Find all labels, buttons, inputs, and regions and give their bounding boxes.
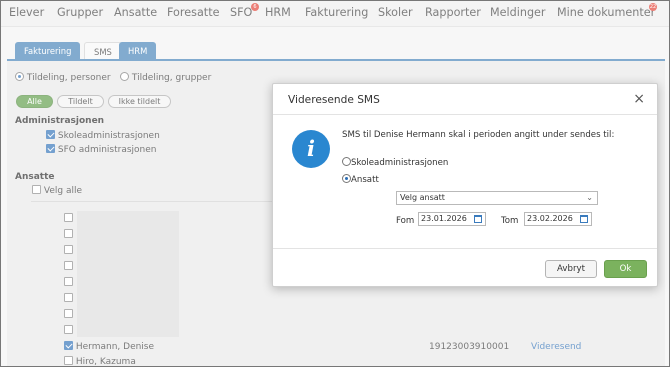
employee-select-value: Velg ansatt — [400, 193, 445, 202]
option-1-radio[interactable] — [342, 157, 351, 166]
to-date-label: Tom — [501, 216, 519, 226]
option-2-radio[interactable] — [342, 174, 351, 183]
dialog-footer-divider — [273, 248, 657, 249]
ok-button[interactable]: Ok — [604, 260, 647, 278]
to-date-input[interactable]: 23.02.2026 — [524, 212, 592, 226]
option-ansatt[interactable]: Ansatt — [342, 174, 379, 185]
chevron-down-icon: ⌄ — [586, 193, 593, 202]
cancel-button[interactable]: Avbryt — [545, 260, 597, 278]
dialog-header: Videresende SMS × — [273, 84, 657, 115]
from-date-value: 23.01.2026 — [421, 214, 467, 223]
dialog-title: Videresende SMS — [288, 94, 380, 106]
close-icon[interactable]: × — [633, 91, 645, 107]
employee-select[interactable]: Velg ansatt ⌄ — [396, 191, 598, 205]
option-1-label: Skoleadministrasjonen — [351, 158, 449, 168]
info-icon: i — [292, 130, 330, 168]
option-skoleadministrasjonen[interactable]: Skoleadministrasjonen — [342, 157, 448, 168]
calendar-icon[interactable] — [474, 215, 482, 223]
option-2-label: Ansatt — [351, 175, 379, 185]
from-date-label: Fom — [396, 216, 415, 226]
forward-sms-dialog: Videresende SMS × i SMS til Denise Herma… — [272, 83, 658, 287]
dialog-message: SMS til Denise Hermann skal i perioden a… — [342, 130, 615, 140]
calendar-icon[interactable] — [580, 215, 588, 223]
to-date-value: 23.02.2026 — [527, 214, 573, 223]
app-window: Elever Grupper Ansatte Foresatte SFO 6 HR… — [0, 0, 670, 367]
from-date-input[interactable]: 23.01.2026 — [418, 212, 486, 226]
